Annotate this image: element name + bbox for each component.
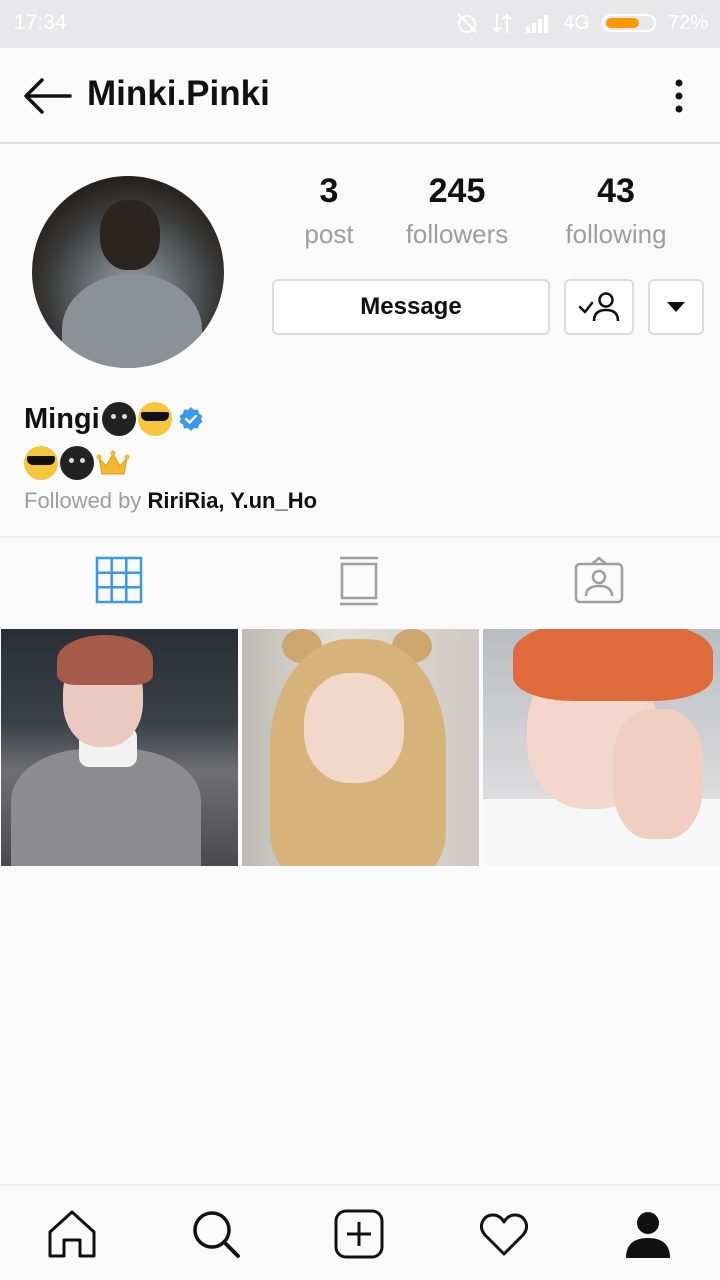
status-time: 17:34	[14, 11, 67, 34]
more-vertical-icon[interactable]	[674, 78, 684, 114]
sunglasses-emoji-icon	[137, 402, 172, 436]
photo-figure	[57, 635, 153, 685]
followed-by-names[interactable]: RiriRia, Y.un_Ho	[148, 488, 318, 513]
avatar[interactable]	[32, 176, 224, 368]
battery-icon	[601, 14, 656, 32]
alarm-off-icon	[457, 13, 477, 33]
profile-icon[interactable]	[622, 1208, 674, 1260]
crown-emoji-icon	[96, 450, 130, 475]
grid-icon[interactable]	[95, 556, 145, 606]
stat-following[interactable]: 43 following	[555, 172, 677, 250]
app-bar: Minki.Pinki	[0, 48, 720, 144]
stat-followers-label: followers	[405, 219, 509, 249]
tagged-icon[interactable]	[574, 556, 624, 606]
stat-posts-value: 3	[319, 172, 339, 210]
data-transfer-icon	[492, 13, 512, 33]
feed-icon[interactable]	[334, 556, 384, 606]
caret-down-icon	[667, 302, 685, 312]
arrow-left-icon[interactable]	[22, 76, 74, 116]
stat-followers-value: 245	[428, 172, 486, 210]
stat-following-value: 43	[597, 172, 635, 210]
battery-fill	[605, 18, 639, 28]
photo-figure	[513, 629, 713, 701]
suggestions-dropdown-button[interactable]	[648, 279, 704, 335]
new-moon-face-emoji-icon	[101, 402, 136, 436]
avatar-shirt	[62, 274, 202, 368]
signal-icon	[526, 15, 549, 33]
profile-bio	[24, 446, 130, 480]
followed-by-prefix: Followed by	[24, 488, 148, 513]
home-icon[interactable]	[46, 1208, 98, 1260]
followed-by-text[interactable]: Followed by RiriRia, Y.un_Ho	[24, 488, 317, 514]
sunglasses-emoji-icon	[24, 446, 58, 480]
status-bar: 17:34 4G 72%	[0, 0, 720, 48]
battery-percent: 72%	[667, 11, 708, 34]
profile-name: Mingi	[24, 402, 100, 435]
photo-figure	[304, 673, 404, 783]
stat-following-label: following	[565, 219, 667, 249]
bottom-navigation	[0, 1184, 720, 1280]
add-post-icon[interactable]	[333, 1208, 385, 1260]
search-icon[interactable]	[190, 1208, 242, 1260]
post-thumbnail[interactable]	[1, 629, 238, 866]
new-moon-face-emoji-icon	[60, 446, 94, 480]
photo-figure	[613, 709, 703, 839]
network-type: 4G	[563, 11, 590, 34]
following-button[interactable]	[564, 279, 634, 335]
stat-posts[interactable]: 3 post	[298, 172, 360, 250]
verified-badge-icon	[179, 407, 203, 431]
stat-followers[interactable]: 245 followers	[397, 172, 517, 250]
section-divider	[0, 536, 720, 538]
message-button[interactable]: Message	[272, 279, 550, 335]
avatar-head	[100, 200, 160, 270]
post-thumbnail[interactable]	[242, 629, 479, 866]
post-thumbnail[interactable]	[483, 629, 720, 866]
profile-name-row: Mingi	[24, 402, 204, 436]
user-check-icon	[578, 292, 620, 322]
status-icons: 4G 72%	[455, 11, 708, 35]
stat-posts-label: post	[304, 219, 354, 249]
heart-icon[interactable]	[478, 1208, 530, 1260]
page-title: Minki.Pinki	[87, 74, 270, 113]
